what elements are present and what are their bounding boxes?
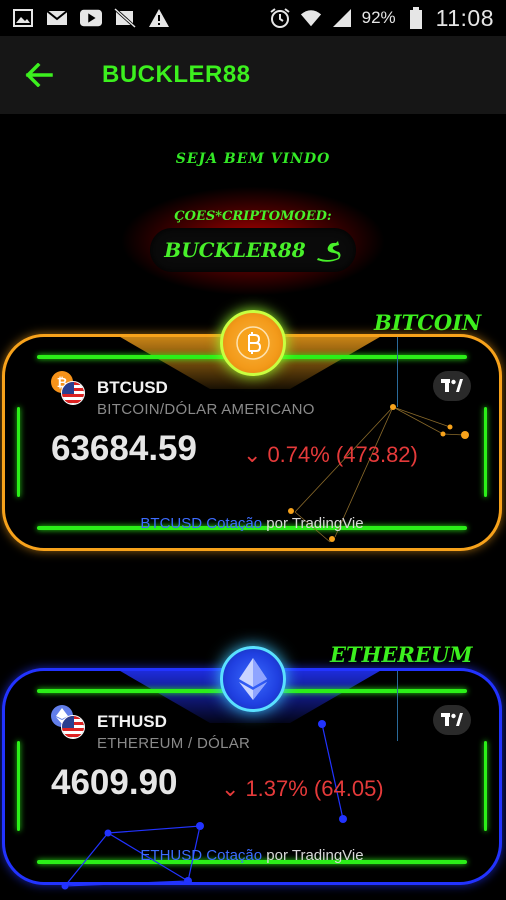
chevron-down-icon: ⌄ [221, 776, 240, 801]
btc-attribution-text: por TradingVie [262, 515, 364, 532]
card-border-left [17, 407, 20, 497]
ethereum-medal [220, 646, 286, 712]
tradingview-button[interactable] [433, 371, 471, 401]
promo-banner[interactable]: ÇOES*CRIPTOMOED: BUCKLER88 [120, 186, 386, 296]
promo-name: BUCKLER88 [164, 238, 306, 262]
eth-attribution: ETHUSD Cotação por TradingVie [5, 847, 499, 864]
btc-pair-logo: ₿ [51, 371, 85, 405]
eth-description: ETHEREUM / DÓLAR [97, 735, 251, 752]
btc-price: 63684.59 [51, 429, 197, 468]
btc-attribution: BTCUSD Cotação por TradingVie [5, 515, 499, 532]
eth-price: 4609.90 [51, 763, 178, 802]
notification-icons [12, 8, 170, 28]
eth-quote-link[interactable]: ETHUSD Cotação [140, 847, 262, 864]
app-title: BUCKLER88 [102, 61, 251, 88]
battery-percent: 92% [361, 8, 396, 27]
signal-icon [331, 8, 353, 28]
clock: 11:08 [435, 4, 494, 31]
decor-line [397, 671, 398, 741]
alarm-icon [269, 8, 291, 28]
btc-description: BITCOIN/DÓLAR AMERICANO [97, 401, 315, 418]
bitcoin-medal [220, 310, 286, 376]
eth-attribution-text: por TradingVie [262, 847, 364, 864]
eth-change: ⌄ 1.37% (64.05) [221, 776, 384, 802]
chevron-down-icon: ⌄ [243, 442, 262, 467]
promo-pill: BUCKLER88 [150, 228, 356, 272]
snake-icon [316, 241, 341, 262]
eth-change-value: 1.37% (64.05) [245, 776, 384, 801]
card-label-ethereum: ETHEREUM [330, 642, 473, 667]
tradingview-button[interactable] [433, 705, 471, 735]
btc-change-value: 0.74% (473.82) [267, 442, 418, 467]
card-border-left [17, 741, 20, 831]
warning-icon [148, 8, 170, 28]
eth-symbol-row: ETHUSD [51, 705, 167, 739]
tradingview-icon [441, 379, 463, 392]
welcome-text: SEJA BEM VINDO [175, 151, 331, 167]
card-label-bitcoin: BITCOIN [374, 310, 482, 335]
status-bar: 92% 11:08 [0, 0, 506, 36]
arrow-left-icon [25, 63, 53, 87]
bitcoin-chip-icon [236, 326, 270, 360]
btc-change: ⌄ 0.74% (473.82) [243, 442, 418, 468]
btc-symbol-row: ₿ BTCUSD [51, 371, 168, 405]
battery-icon [405, 7, 427, 29]
no-image-icon [114, 8, 136, 28]
back-button[interactable] [14, 50, 64, 100]
wifi-icon [300, 8, 322, 28]
card-border-right [484, 741, 487, 831]
app-bar: BUCKLER88 [0, 36, 506, 114]
promo-ticker: ÇOES*CRIPTOMOED: [174, 209, 332, 224]
image-icon [12, 8, 34, 28]
eth-symbol: ETHUSD [97, 712, 167, 731]
btc-symbol: BTCUSD [97, 378, 168, 397]
youtube-icon [80, 8, 102, 28]
tradingview-icon [441, 713, 463, 726]
mail-icon [46, 8, 68, 28]
btc-quote-link[interactable]: BTCUSD Cotação [140, 515, 262, 532]
eth-pair-logo [51, 705, 85, 739]
system-icons: 92% 11:08 [269, 5, 494, 32]
us-flag-icon [61, 715, 85, 739]
card-border-right [484, 407, 487, 497]
ethereum-logo-icon [239, 658, 267, 700]
us-flag-icon [61, 381, 85, 405]
